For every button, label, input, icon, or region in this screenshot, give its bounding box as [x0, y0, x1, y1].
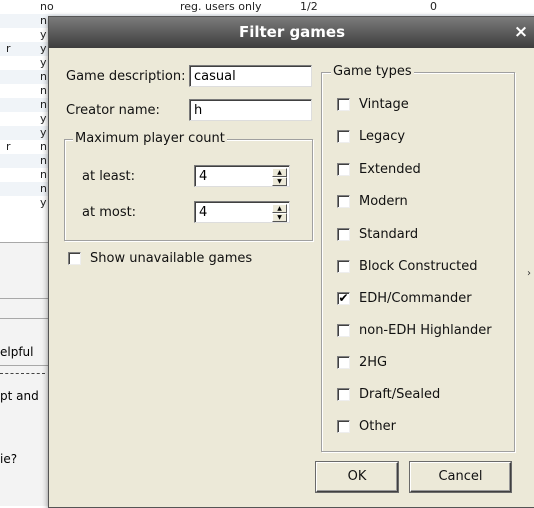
checkbox-box[interactable]: [337, 195, 350, 208]
checkbox-box[interactable]: [337, 260, 350, 273]
table-row[interactable]: no reg. users only 1/2 0: [0, 0, 534, 14]
table-cell: reg. users only: [180, 0, 262, 13]
table-cell: n: [40, 140, 47, 153]
game-type-label: 2HG: [359, 355, 388, 370]
checkbox-box[interactable]: [337, 228, 350, 241]
table-cell: n: [40, 70, 47, 83]
at-least-decrement-button[interactable]: ▼: [272, 177, 287, 186]
game-description-label: Game description:: [66, 69, 186, 84]
checkbox-box[interactable]: [68, 252, 81, 265]
table-cell: y: [40, 126, 47, 139]
table-cell: r: [6, 140, 11, 153]
checkbox-box[interactable]: [337, 98, 350, 111]
background-edge-marker: ›: [527, 268, 531, 279]
checkbox-box[interactable]: [337, 163, 350, 176]
table-cell: n: [40, 182, 47, 195]
at-most-increment-button[interactable]: ▲: [272, 204, 287, 213]
game-type-label: non-EDH Highlander: [359, 323, 492, 338]
cancel-button[interactable]: Cancel: [410, 462, 511, 492]
max-player-count-title: Maximum player count: [73, 131, 227, 146]
max-player-count-group: [64, 139, 313, 241]
at-most-decrement-button[interactable]: ▼: [272, 213, 287, 222]
at-least-value: 4: [199, 169, 208, 184]
at-most-label: at most:: [82, 205, 137, 220]
close-icon[interactable]: ×: [509, 17, 533, 48]
game-types-title: Game types: [331, 64, 414, 79]
show-unavailable-label: Show unavailable games: [90, 251, 253, 266]
check-icon[interactable]: ✔: [337, 292, 350, 305]
at-most-value: 4: [199, 205, 208, 220]
checkbox-box[interactable]: [337, 356, 350, 369]
table-cell: n: [40, 168, 47, 181]
game-type-label: Extended: [359, 162, 421, 177]
at-most-spinbox[interactable]: 4 ▲ ▼: [194, 201, 290, 223]
at-least-label: at least:: [82, 169, 136, 184]
table-cell: n: [40, 98, 47, 111]
background-text-helpful: elpful: [0, 345, 34, 359]
table-cell: no: [40, 0, 54, 13]
checkbox-box[interactable]: [337, 388, 350, 401]
table-cell: r: [6, 42, 11, 55]
game-type-label: Draft/Sealed: [359, 387, 441, 402]
checkbox-box[interactable]: [337, 324, 350, 337]
creator-name-label: Creator name:: [66, 103, 160, 118]
table-cell: y: [40, 196, 47, 209]
dialog-title: Filter games: [238, 23, 346, 41]
filter-games-dialog: Filter games × Game description: casual …: [48, 16, 534, 508]
game-type-label: Standard: [359, 227, 419, 242]
at-least-spinbox[interactable]: 4 ▲ ▼: [194, 165, 290, 187]
game-type-label: Modern: [359, 194, 408, 209]
table-cell: y: [40, 28, 47, 41]
dialog-titlebar[interactable]: Filter games ×: [49, 17, 534, 48]
checkbox-box[interactable]: [337, 130, 350, 143]
dotted-separator: [0, 373, 45, 374]
table-cell: n: [40, 84, 47, 97]
checkbox-box[interactable]: [337, 420, 350, 433]
table-cell: y: [40, 42, 47, 55]
game-type-label: Block Constructed: [359, 259, 478, 274]
table-cell: y: [40, 56, 47, 69]
table-cell: 1/2: [300, 0, 318, 13]
game-type-label: EDH/Commander: [359, 291, 472, 306]
game-type-label: Vintage: [359, 97, 409, 112]
game-description-input[interactable]: casual: [189, 65, 312, 87]
table-cell: n: [40, 154, 47, 167]
background-text-question: ie?: [0, 452, 18, 466]
table-cell: 0: [430, 0, 437, 13]
table-cell: n: [40, 14, 47, 27]
at-least-increment-button[interactable]: ▲: [272, 168, 287, 177]
game-type-label: Other: [359, 419, 396, 434]
background-text-pt: pt and: [0, 389, 39, 403]
creator-name-input[interactable]: h: [189, 99, 312, 121]
game-type-label: Legacy: [359, 129, 406, 144]
table-cell: y: [40, 112, 47, 125]
ok-button[interactable]: OK: [316, 462, 398, 492]
